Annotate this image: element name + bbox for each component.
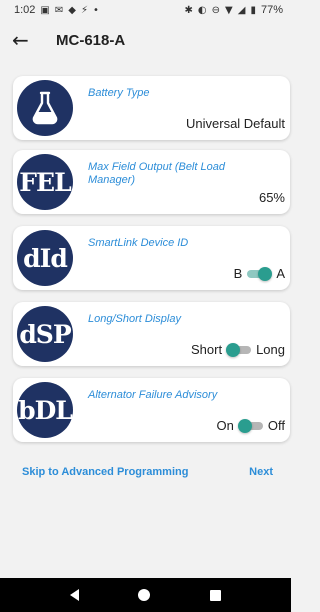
dsp-badge: dSP xyxy=(17,306,73,362)
status-right: ✱ ◐ ⊖ ▼ ◢ ▮ 77% xyxy=(185,4,283,16)
page-title: MC-618-A xyxy=(56,31,126,49)
nav-home-icon[interactable] xyxy=(138,589,151,601)
setting-value: Universal Default xyxy=(186,116,285,131)
system-nav-bar xyxy=(0,578,291,612)
fel-badge: FEL xyxy=(17,154,73,210)
bdl-badge: bDL xyxy=(17,382,73,438)
gallery-icon: ▣ xyxy=(40,4,50,16)
battery-icon: ▮ xyxy=(250,4,256,16)
did-badge: dId xyxy=(17,230,73,286)
status-time: 1:02 xyxy=(14,4,36,16)
drive-icon: ◆ xyxy=(68,4,76,16)
usb-icon: ⚡ xyxy=(80,4,88,16)
dnd-icon: ⊖ xyxy=(211,4,221,16)
toggle-right-option: Off xyxy=(267,418,285,433)
setting-card-smartlink-device-id: dId SmartLink Device ID B A xyxy=(13,226,290,290)
display-toggle-row: Short Long xyxy=(191,342,285,357)
status-left: 1:02 ▣ ✉ ◆ ⚡ • xyxy=(14,4,99,16)
setting-card-max-field-output[interactable]: FEL Max Field Output (Belt Load Manager)… xyxy=(13,150,290,214)
setting-label: Max Field Output (Belt Load Manager) xyxy=(88,161,225,186)
skip-advanced-programming-link[interactable]: Skip to Advanced Programming xyxy=(22,466,188,478)
toggle-left-option: Short xyxy=(191,342,223,357)
setting-card-long-short-display: dSP Long/Short Display Short Long xyxy=(13,302,290,366)
dot-icon: • xyxy=(93,4,99,16)
setting-label: Alternator Failure Advisory xyxy=(88,389,218,401)
message-icon: ✉ xyxy=(54,4,64,16)
signal-icon: ◢ xyxy=(237,4,246,16)
device-id-toggle-row: B A xyxy=(234,266,285,281)
status-bar: 1:02 ▣ ✉ ◆ ⚡ • ✱ ◐ ⊖ ▼ ◢ ▮ 77% xyxy=(0,0,291,20)
toggle-right-option: A xyxy=(276,266,285,281)
nav-recents-icon[interactable] xyxy=(210,589,222,601)
setting-card-alternator-failure-advisory: bDL Alternator Failure Advisory On Off xyxy=(13,378,290,442)
setting-card-battery-type[interactable]: Battery Type Universal Default xyxy=(13,76,290,140)
action-links: Skip to Advanced Programming Next xyxy=(0,464,291,484)
app-bar: ← MC-618-A xyxy=(0,22,291,58)
toggle-right-option: Long xyxy=(256,342,285,357)
setting-label: Long/Short Display xyxy=(88,313,181,325)
setting-value: 65% xyxy=(258,190,285,205)
device-id-toggle[interactable] xyxy=(247,266,273,281)
vibrate-icon: ◐ xyxy=(197,4,207,16)
battery-percent: 77% xyxy=(260,4,283,16)
setting-label: SmartLink Device ID xyxy=(88,237,189,249)
advisory-toggle[interactable] xyxy=(237,418,263,433)
toggle-left-option: On xyxy=(216,418,234,433)
advisory-toggle-row: On Off xyxy=(217,418,285,433)
toggle-left-option: B xyxy=(233,266,243,281)
nav-back-icon[interactable] xyxy=(69,589,79,601)
flask-icon xyxy=(17,80,73,136)
next-link[interactable]: Next xyxy=(249,466,273,478)
arrow-back-icon[interactable]: ← xyxy=(12,30,38,50)
wifi-icon: ▼ xyxy=(225,4,233,16)
setting-label: Battery Type xyxy=(88,87,150,99)
bluetooth-icon: ✱ xyxy=(184,4,193,16)
display-toggle[interactable] xyxy=(226,342,252,357)
